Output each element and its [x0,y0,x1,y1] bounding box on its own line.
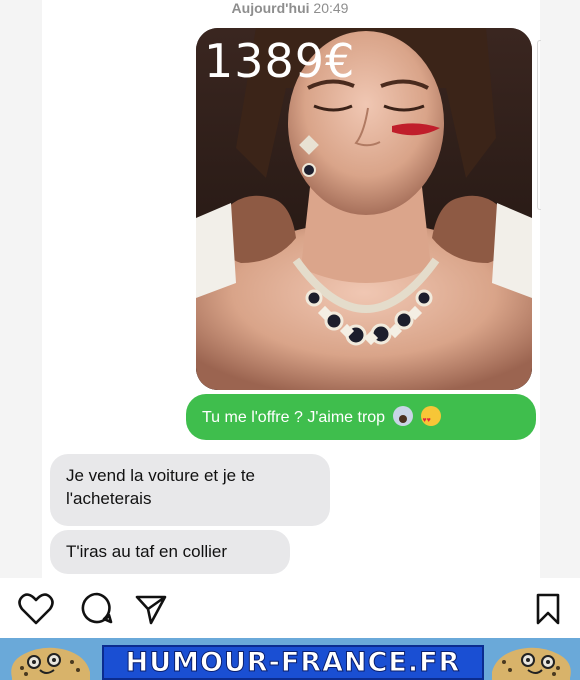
send-icon[interactable] [134,592,168,626]
incoming-message[interactable]: T'iras au taf en collier [50,530,290,574]
necklace-photo[interactable]: 1389€ [196,28,532,390]
incoming-message[interactable]: Je vend la voiture et je te l'acheterais [50,454,330,526]
edge-divider [537,40,541,210]
incoming-message-text: T'iras au taf en collier [66,542,228,561]
right-margin [540,0,580,578]
comment-icon[interactable] [80,592,114,626]
incoming-message-line: Je vend la voiture et je te [66,466,256,485]
incoming-message-line: l'acheterais [66,489,152,508]
bookmark-icon[interactable] [534,592,562,626]
conversation-timestamp: Aujourd'hui 20:49 [231,0,349,16]
outgoing-message[interactable]: Tu me l'offre ? J'aime trop [186,394,536,440]
cheetah-mascot-icon [11,647,91,680]
screaming-face-emoji-icon [392,406,413,426]
price-overlay: 1389€ [204,34,356,88]
heart-icon[interactable] [18,592,54,626]
site-name: HUMOUR-FRANCE.FR [125,647,461,679]
site-name-box[interactable]: HUMOUR-FRANCE.FR [102,645,484,680]
left-margin [0,0,42,578]
cheetah-mascot-icon [492,647,571,680]
heart-eyes-emoji-icon [420,406,441,432]
message-screenshot: Aujourd'hui 20:49 1389€ Tu me l'offre ? … [0,0,580,578]
outgoing-message-text: Tu me l'offre ? J'aime trop [202,409,386,426]
